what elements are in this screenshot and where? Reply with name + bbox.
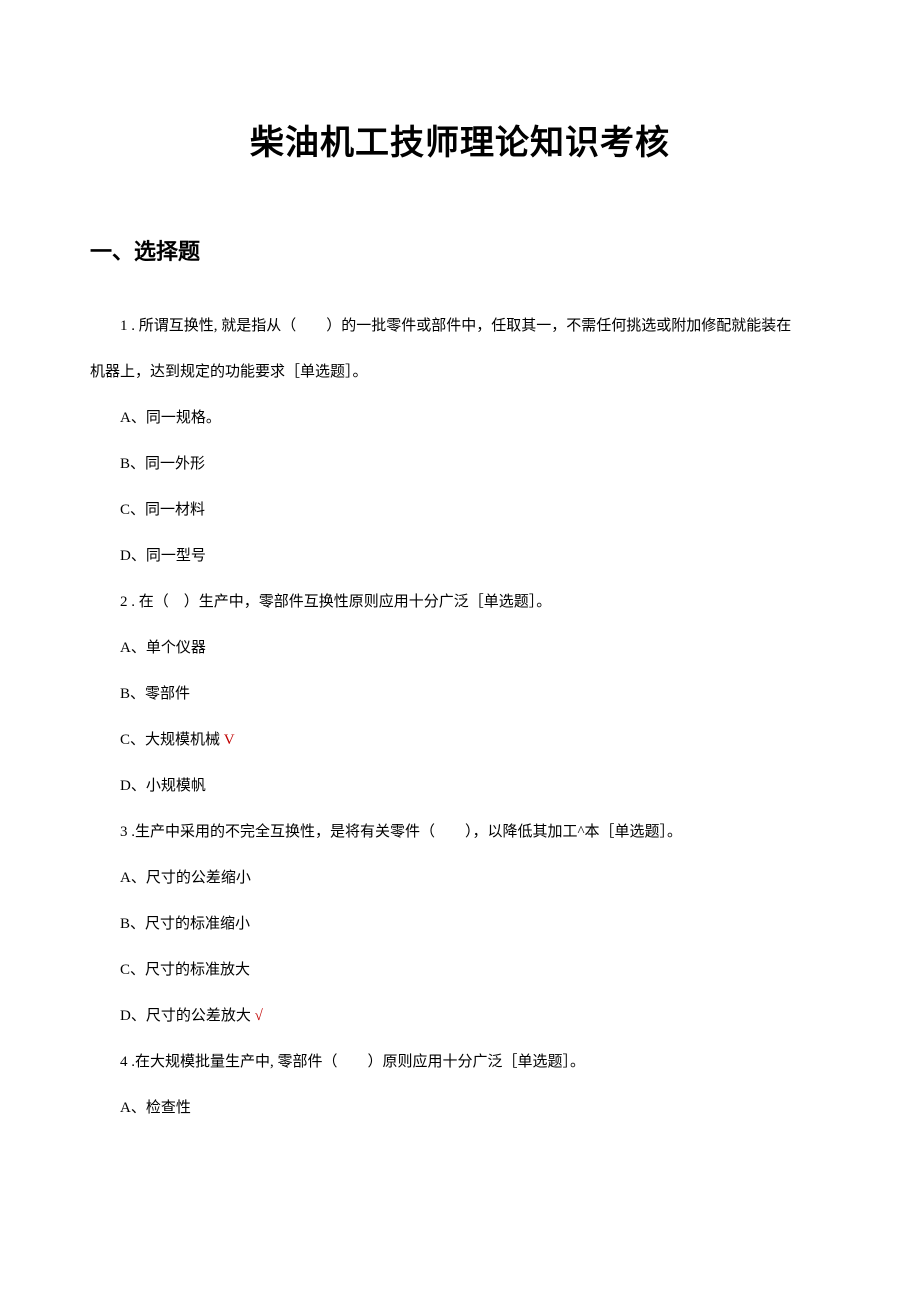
question-3-option-a: A、尺寸的公差缩小: [90, 863, 830, 893]
question-1-option-a: A、同一规格。: [90, 403, 830, 433]
question-2-text: 2 . 在（ ）生产中，零部件互换性原则应用十分广泛［单选题］。: [90, 587, 830, 617]
option-d-text: D、尺寸的公差放大: [120, 1008, 251, 1024]
question-1-line1: 1 . 所谓互换性, 就是指从（ ）的一批零件或部件中，任取其一，不需任何挑选或…: [90, 311, 830, 341]
document-page: 柴油机工技师理论知识考核 一、选择题 1 . 所谓互换性, 就是指从（ ）的一批…: [0, 0, 920, 1189]
document-title: 柴油机工技师理论知识考核: [90, 115, 830, 164]
question-2-option-c: C、大规模机械 V: [90, 725, 830, 755]
question-1-line2: 机器上，达到规定的功能要求［单选题］。: [90, 357, 830, 387]
question-2-option-d: D、小规模帆: [90, 771, 830, 801]
question-3-option-d: D、尺寸的公差放大 √: [90, 1001, 830, 1031]
question-2-option-a: A、单个仪器: [90, 633, 830, 663]
question-3-text: 3 .生产中采用的不完全互换性，是将有关零件（ ），以降低其加工^本［单选题］。: [90, 817, 830, 847]
question-4-text: 4 .在大规模批量生产中, 零部件（ ）原则应用十分广泛［单选题］。: [90, 1047, 830, 1077]
correct-mark-icon: √: [251, 1008, 263, 1024]
section-header: 一、选择题: [90, 234, 830, 266]
option-c-text: C、大规模机械: [120, 732, 220, 748]
question-1-option-d: D、同一型号: [90, 541, 830, 571]
question-4-option-a: A、检查性: [90, 1093, 830, 1123]
question-3-option-c: C、尺寸的标准放大: [90, 955, 830, 985]
question-2-option-b: B、零部件: [90, 679, 830, 709]
question-3-option-b: B、尺寸的标准缩小: [90, 909, 830, 939]
correct-mark-icon: V: [220, 732, 235, 748]
question-1-option-c: C、同一材料: [90, 495, 830, 525]
question-1-option-b: B、同一外形: [90, 449, 830, 479]
